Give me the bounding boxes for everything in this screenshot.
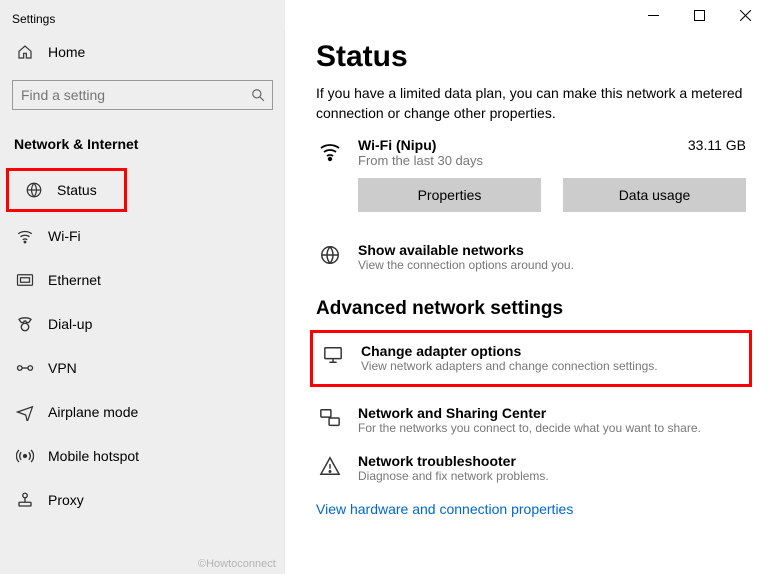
globe-icon: [316, 242, 344, 266]
sidebar-item-label: Airplane mode: [48, 404, 138, 420]
divider: [284, 30, 285, 570]
change-adapter-options[interactable]: Change adapter options View network adap…: [313, 339, 741, 379]
network-sharing-center[interactable]: Network and Sharing Center For the netwo…: [316, 397, 746, 445]
wifi-icon: [16, 227, 34, 245]
warning-icon: [316, 453, 344, 477]
sidebar-item-airplane[interactable]: Airplane mode: [0, 390, 285, 434]
connection-info: Wi-Fi (Nipu) From the last 30 days: [358, 137, 674, 168]
connection-name: Wi-Fi (Nipu): [358, 137, 674, 153]
sidebar-item-label: Mobile hotspot: [48, 448, 139, 464]
highlight-status: Status: [6, 168, 127, 212]
sidebar: Settings Home Network & Internet Status …: [0, 0, 285, 574]
option-title: Show available networks: [358, 242, 574, 258]
option-sub: View network adapters and change connect…: [361, 359, 658, 375]
option-sub: Diagnose and fix network problems.: [358, 469, 549, 485]
network-troubleshooter[interactable]: Network troubleshooter Diagnose and fix …: [316, 445, 746, 493]
minimize-button[interactable]: [630, 0, 676, 30]
properties-button[interactable]: Properties: [358, 178, 541, 212]
ethernet-icon: [16, 272, 34, 288]
dialup-icon: [16, 315, 34, 333]
search-input[interactable]: [12, 80, 273, 110]
connection-sub: From the last 30 days: [358, 153, 674, 168]
datausage-button[interactable]: Data usage: [563, 178, 746, 212]
sidebar-item-dialup[interactable]: Dial-up: [0, 302, 285, 346]
sidebar-item-hotspot[interactable]: Mobile hotspot: [0, 434, 285, 478]
sidebar-item-label: VPN: [48, 360, 77, 376]
option-title: Network troubleshooter: [358, 453, 549, 469]
sidebar-item-wifi[interactable]: Wi-Fi: [0, 214, 285, 258]
highlight-adapter: Change adapter options View network adap…: [310, 330, 752, 388]
category-heading: Network & Internet: [0, 124, 285, 166]
search-icon: [251, 88, 265, 102]
home-button[interactable]: Home: [0, 34, 285, 70]
page-subtitle: If you have a limited data plan, you can…: [316, 84, 746, 123]
app-title: Settings: [0, 12, 285, 34]
show-available-networks[interactable]: Show available networks View the connect…: [316, 234, 746, 282]
option-sub: For the networks you connect to, decide …: [358, 421, 701, 437]
search-wrap: [12, 80, 273, 110]
airplane-icon: [16, 403, 34, 421]
home-icon: [16, 44, 34, 60]
sidebar-item-status[interactable]: Status: [9, 171, 124, 209]
maximize-button[interactable]: [676, 0, 722, 30]
sidebar-item-ethernet[interactable]: Ethernet: [0, 258, 285, 302]
hotspot-icon: [16, 447, 34, 465]
option-title: Change adapter options: [361, 343, 658, 359]
sidebar-item-label: Ethernet: [48, 272, 101, 288]
button-row: Properties Data usage: [358, 178, 746, 212]
main-content: Status If you have a limited data plan, …: [316, 40, 746, 519]
sidebar-item-vpn[interactable]: VPN: [0, 346, 285, 390]
status-icon: [25, 181, 43, 199]
hardware-properties-link[interactable]: View hardware and connection properties: [316, 493, 573, 517]
sidebar-item-label: Wi-Fi: [48, 228, 81, 244]
sidebar-item-proxy[interactable]: Proxy: [0, 478, 285, 522]
home-label: Home: [48, 44, 85, 60]
proxy-icon: [16, 491, 34, 509]
option-title: Network and Sharing Center: [358, 405, 701, 421]
titlebar: [630, 0, 768, 30]
connection-size: 33.11 GB: [688, 137, 746, 153]
option-sub: View the connection options around you.: [358, 258, 574, 274]
sidebar-item-label: Dial-up: [48, 316, 92, 332]
sidebar-item-label: Proxy: [48, 492, 84, 508]
adapter-icon: [319, 343, 347, 365]
wifi-icon: [316, 137, 344, 163]
connection-row: Wi-Fi (Nipu) From the last 30 days 33.11…: [316, 137, 746, 168]
sidebar-item-label: Status: [57, 182, 97, 198]
page-title: Status: [316, 40, 746, 74]
advanced-heading: Advanced network settings: [316, 298, 746, 320]
credit: ©Howtoconnect: [198, 558, 276, 570]
vpn-icon: [16, 360, 34, 376]
close-button[interactable]: [722, 0, 768, 30]
sharing-icon: [316, 405, 344, 429]
